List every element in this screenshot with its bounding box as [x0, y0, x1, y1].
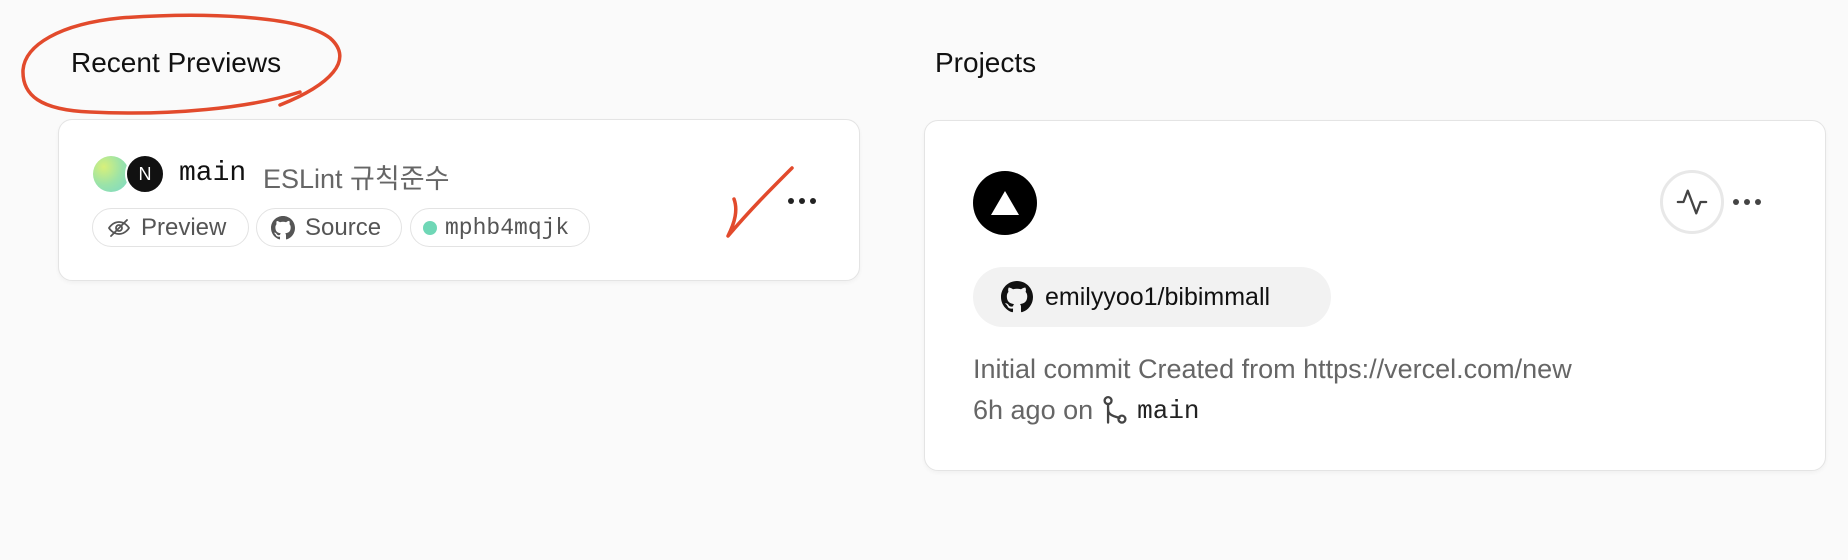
source-button[interactable]: Source: [256, 208, 402, 247]
user-avatar: [93, 156, 129, 192]
deployment-link[interactable]: mphb4mqjk: [410, 208, 590, 247]
activity-button[interactable]: [1660, 170, 1724, 234]
more-icon[interactable]: [788, 198, 816, 204]
project-branch: main: [1137, 395, 1200, 426]
project-time-ago: 6h ago on: [973, 395, 1094, 425]
preview-button-label: Preview: [141, 213, 227, 241]
preview-commit-message: ESLint 규칙준수: [263, 164, 450, 194]
preview-card[interactable]: N main ESLint 규칙준수 Preview Source mphb4m…: [58, 119, 860, 281]
git-branch-icon: [1103, 395, 1127, 424]
preview-button[interactable]: Preview: [92, 208, 249, 247]
github-icon: [271, 215, 295, 239]
projects-title: Projects: [935, 47, 1037, 78]
activity-icon: [1676, 189, 1708, 215]
github-icon: [1001, 281, 1033, 313]
repo-link[interactable]: emilyyoo1/bibimmall: [973, 267, 1331, 327]
nextjs-avatar: N: [125, 154, 165, 194]
repo-name: emilyyoo1/bibimmall: [1045, 282, 1271, 311]
project-commit-message: Initial commit Created from https://verc…: [973, 354, 1572, 384]
preview-branch-name: main: [179, 158, 247, 189]
status-dot-icon: [423, 220, 437, 235]
recent-previews-title: Recent Previews: [71, 47, 282, 78]
more-icon[interactable]: [1733, 199, 1761, 205]
eye-icon: [108, 218, 130, 237]
deployment-id: mphb4mqjk: [445, 214, 570, 241]
source-button-label: Source: [305, 213, 382, 241]
project-meta: 6h ago on main: [973, 395, 1200, 426]
vercel-logo-icon: [973, 171, 1037, 235]
project-card[interactable]: emilyyoo1/bibimmall Initial commit Creat…: [924, 120, 1826, 471]
